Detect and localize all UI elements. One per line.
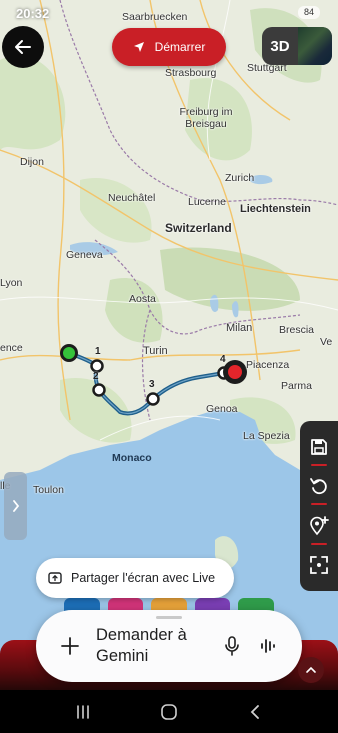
map-label-monaco: Monaco	[112, 452, 152, 464]
expand-panel-button[interactable]	[298, 657, 324, 683]
start-navigation-label: Démarrer	[154, 40, 206, 54]
map-label-liechtenstein: Liechtenstein	[240, 203, 311, 215]
drag-handle[interactable]	[156, 616, 182, 619]
3d-mode-label: 3D	[270, 37, 290, 55]
map-label-aosta: Aosta	[129, 293, 156, 305]
home-icon	[161, 703, 177, 720]
home-button[interactable]	[149, 697, 189, 727]
battery-indicator: 84	[298, 6, 320, 19]
map-label-milan: Milan	[226, 322, 253, 334]
fit-screen-icon	[310, 556, 328, 575]
map-tools-panel	[300, 421, 338, 591]
add-location-icon	[310, 515, 329, 535]
save-route-button[interactable]	[304, 432, 334, 466]
map-label-freiburg: Freiburg im Breisgau	[179, 106, 233, 130]
arrow-left-icon	[15, 40, 31, 54]
system-navigation-bar	[0, 690, 338, 733]
map-label-ence: ence	[0, 342, 23, 354]
undo-icon	[310, 478, 327, 495]
map-label-neuchatel: Neuchâtel	[108, 192, 156, 204]
map-label-strasbourg: Strasbourg	[165, 67, 217, 79]
gemini-prompt-text[interactable]: Demander à Gemini	[96, 625, 208, 668]
gemini-live-button[interactable]	[254, 637, 282, 655]
chevron-right-icon	[12, 500, 19, 512]
map-label-toulon: Toulon	[33, 484, 64, 496]
map-label-parma: Parma	[281, 380, 312, 392]
back-chevron-icon	[250, 704, 259, 719]
map-label-piacenza: Piacenza	[246, 359, 290, 371]
share-screen-live-chip[interactable]: Partager l'écran avec Live	[36, 558, 234, 598]
3d-mode-button[interactable]: 3D	[262, 27, 332, 65]
map-label-la-spezia: La Spezia	[243, 430, 290, 442]
chevron-up-icon	[306, 666, 316, 673]
back-nav-button[interactable]	[235, 697, 275, 727]
gemini-input-bar[interactable]: Demander à Gemini	[36, 610, 302, 682]
start-navigation-button[interactable]: Démarrer	[112, 28, 226, 66]
waypoint-label-4: 4	[220, 354, 226, 365]
map-label-zurich: Zurich	[225, 172, 255, 184]
map-label-brescia: Brescia	[279, 324, 315, 336]
waypoint-label-1: 1	[95, 346, 101, 357]
plus-icon	[61, 637, 79, 655]
map-label-genoa: Genoa	[206, 403, 238, 415]
map-label-dijon: Dijon	[20, 156, 44, 168]
map-label-turin: Turin	[143, 345, 168, 357]
recent-apps-button[interactable]	[63, 697, 103, 727]
status-time: 20:32	[16, 6, 50, 21]
add-attachment-button[interactable]	[56, 636, 84, 656]
map-preview-thumbnail	[298, 27, 332, 65]
waveform-icon	[261, 639, 275, 653]
back-button[interactable]	[2, 26, 44, 68]
status-bar: 20:32 84	[0, 0, 338, 26]
add-stop-button[interactable]	[304, 511, 334, 545]
fit-route-button[interactable]	[304, 550, 334, 580]
map-label-lucerne: Lucerne	[188, 196, 226, 208]
waypoint-label-2: 2	[93, 371, 99, 382]
share-screen-icon	[48, 572, 62, 584]
map-label-ve: Ve	[320, 336, 333, 348]
save-icon	[311, 438, 327, 455]
side-panel-toggle[interactable]	[4, 472, 27, 540]
voice-input-button[interactable]	[218, 636, 246, 656]
recent-apps-icon	[77, 704, 89, 719]
map-label-switzerland: Switzerland	[165, 221, 232, 235]
map-label-geneva: Geneva	[66, 249, 103, 261]
undo-button[interactable]	[304, 471, 334, 506]
map-label-lyon: Lyon	[0, 277, 23, 289]
waypoint-label-3: 3	[149, 379, 155, 390]
microphone-icon	[225, 636, 239, 656]
share-screen-label: Partager l'écran avec Live	[71, 571, 216, 585]
navigation-arrow-icon	[133, 42, 144, 52]
